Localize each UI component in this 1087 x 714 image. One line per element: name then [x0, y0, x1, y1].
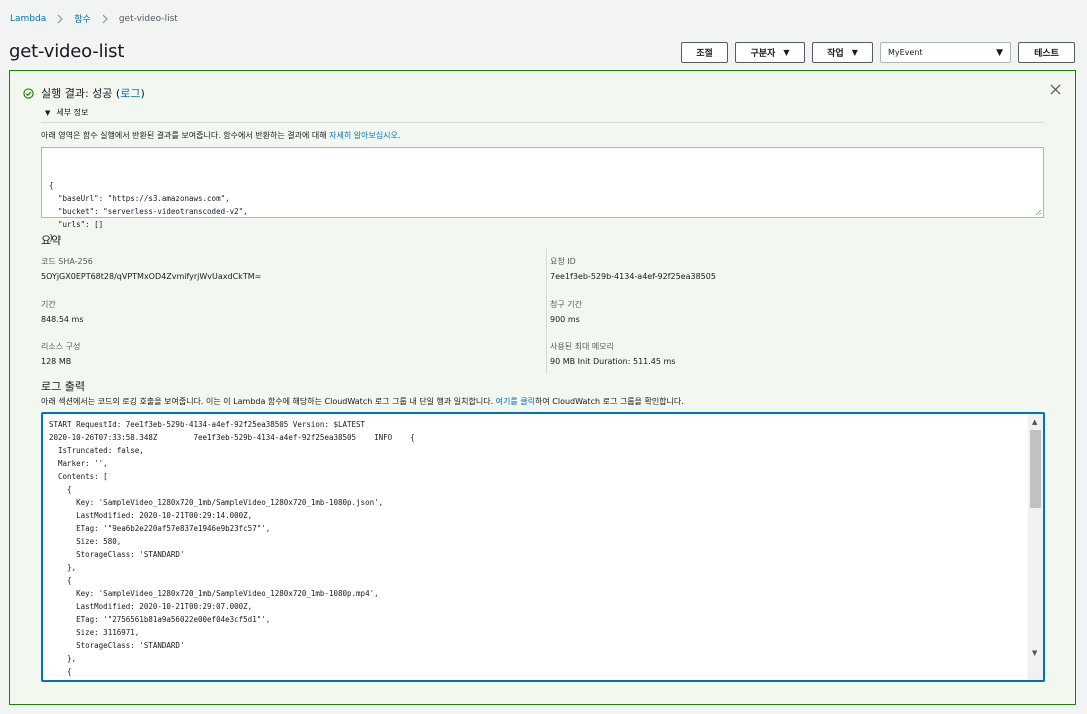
- result-description-suffix: .: [397, 131, 401, 140]
- cloudwatch-link[interactable]: 여기를 클릭: [496, 397, 535, 406]
- test-button[interactable]: 테스트: [1018, 42, 1075, 63]
- status-text: 실행 결과: 성공 (: [41, 87, 121, 100]
- breadcrumb-functions-link[interactable]: 함수: [74, 12, 91, 25]
- result-json-output[interactable]: { "baseUrl": "https://s3.amazonaws.com",…: [41, 147, 1044, 242]
- duration-label: 기간: [41, 300, 56, 309]
- scroll-up-icon[interactable]: ▲: [1032, 418, 1037, 426]
- log-description: 아래 섹션에서는 코드의 로깅 호출을 보여줍니다. 이는 이 Lambda 함…: [41, 396, 684, 407]
- adjust-button[interactable]: 조절: [681, 42, 728, 63]
- caret-down-icon: ▼: [996, 47, 1003, 58]
- execution-status: 실행 결과: 성공 (로그): [23, 85, 145, 101]
- adjust-button-label: 조절: [696, 49, 713, 59]
- caret-down-icon: ▼: [45, 108, 51, 117]
- details-toggle[interactable]: ▼ 세부 정보: [45, 107, 88, 118]
- divider: [546, 249, 547, 374]
- log-description-text: 아래 섹션에서는 코드의 로깅 호출을 보여줍니다. 이는 이 Lambda 함…: [41, 397, 496, 406]
- breadcrumb: Lambda 함수 get-video-list: [10, 12, 178, 26]
- billed-duration-value: 900 ms: [550, 315, 580, 324]
- chevron-right-icon: [102, 14, 108, 23]
- log-scrollbar[interactable]: ▲ ▼: [1028, 414, 1043, 680]
- toolbar: 조절 구분자 ▼ 작업 ▼ MyEvent ▼ 테스트: [681, 42, 1075, 63]
- breadcrumb-current: get-video-list: [118, 13, 178, 24]
- resize-handle-icon[interactable]: [1035, 209, 1042, 216]
- max-memory-label: 사용된 최대 메모리: [550, 342, 614, 351]
- learn-more-link[interactable]: 자세히 알아보십시오: [329, 131, 398, 140]
- billed-duration-field: 청구 기간 900 ms: [550, 299, 582, 324]
- max-memory-value: 90 MB Init Duration: 511.45 ms: [550, 357, 676, 366]
- qualifier-button-label: 구분자: [750, 49, 776, 59]
- divider: [41, 122, 1044, 123]
- result-json-text: { "baseUrl": "https://s3.amazonaws.com",…: [49, 181, 248, 242]
- scroll-down-icon[interactable]: ▼: [1032, 649, 1037, 657]
- duration-value: 848.54 ms: [41, 315, 84, 324]
- code-sha-field: 코드 SHA-256 5OYjGX0EPT68t28/qVPTMxOD4Zvmi…: [41, 256, 261, 281]
- breadcrumb-lambda-link[interactable]: Lambda: [10, 14, 46, 24]
- scroll-thumb[interactable]: [1030, 430, 1041, 508]
- resources-label: 리소스 구성: [41, 342, 81, 351]
- qualifier-dropdown-button[interactable]: 구분자 ▼: [735, 42, 805, 63]
- log-output-box[interactable]: START RequestId: 7ee1f3eb-529b-4134-a4ef…: [41, 412, 1045, 682]
- page-title: get-video-list: [9, 41, 125, 62]
- resources-value: 128 MB: [41, 357, 72, 366]
- request-id-value: 7ee1f3eb-529b-4134-a4ef-92f25ea38505: [550, 272, 716, 281]
- result-description-text: 아래 영역은 함수 실행에서 반환된 결과를 보여줍니다. 함수에서 반환하는 …: [41, 131, 330, 140]
- result-description: 아래 영역은 함수 실행에서 반환된 결과를 보여줍니다. 함수에서 반환하는 …: [41, 130, 400, 141]
- caret-down-icon: ▼: [851, 48, 858, 57]
- actions-button-label: 작업: [827, 49, 844, 59]
- close-icon[interactable]: [1050, 84, 1061, 95]
- log-output-title: 로그 출력: [41, 380, 85, 393]
- code-sha-label: 코드 SHA-256: [41, 257, 93, 266]
- request-id-field: 요청 ID 7ee1f3eb-529b-4134-a4ef-92f25ea385…: [550, 256, 716, 281]
- details-label: 세부 정보: [56, 108, 89, 117]
- caret-down-icon: ▼: [783, 48, 790, 57]
- resources-field: 리소스 구성 128 MB: [41, 341, 81, 366]
- success-check-icon: [23, 87, 34, 99]
- log-output-text: START RequestId: 7ee1f3eb-529b-4134-a4ef…: [49, 420, 415, 676]
- code-sha-value: 5OYjGX0EPT68t28/qVPTMxOD4ZvmifyrjWvUaxdC…: [41, 272, 262, 281]
- log-description-suffix: 하여 CloudWatch 로그 그룹을 확인합니다.: [535, 397, 684, 406]
- request-id-label: 요청 ID: [550, 257, 576, 266]
- status-log-link[interactable]: 로그: [120, 87, 140, 100]
- billed-duration-label: 청구 기간: [550, 300, 582, 309]
- actions-dropdown-button[interactable]: 작업 ▼: [812, 42, 873, 63]
- execution-result-panel: 실행 결과: 성공 (로그) ▼ 세부 정보 아래 영역은 함수 실행에서 반환…: [9, 70, 1076, 705]
- summary-title: 요약: [41, 234, 62, 247]
- chevron-right-icon: [57, 14, 64, 23]
- test-event-select[interactable]: MyEvent ▼: [880, 42, 1011, 63]
- max-memory-field: 사용된 최대 메모리 90 MB Init Duration: 511.45 m…: [550, 341, 675, 366]
- test-event-select-value: MyEvent: [888, 48, 923, 57]
- test-button-label: 테스트: [1034, 49, 1059, 59]
- status-suffix: ): [140, 87, 145, 100]
- duration-field: 기간 848.54 ms: [41, 299, 84, 324]
